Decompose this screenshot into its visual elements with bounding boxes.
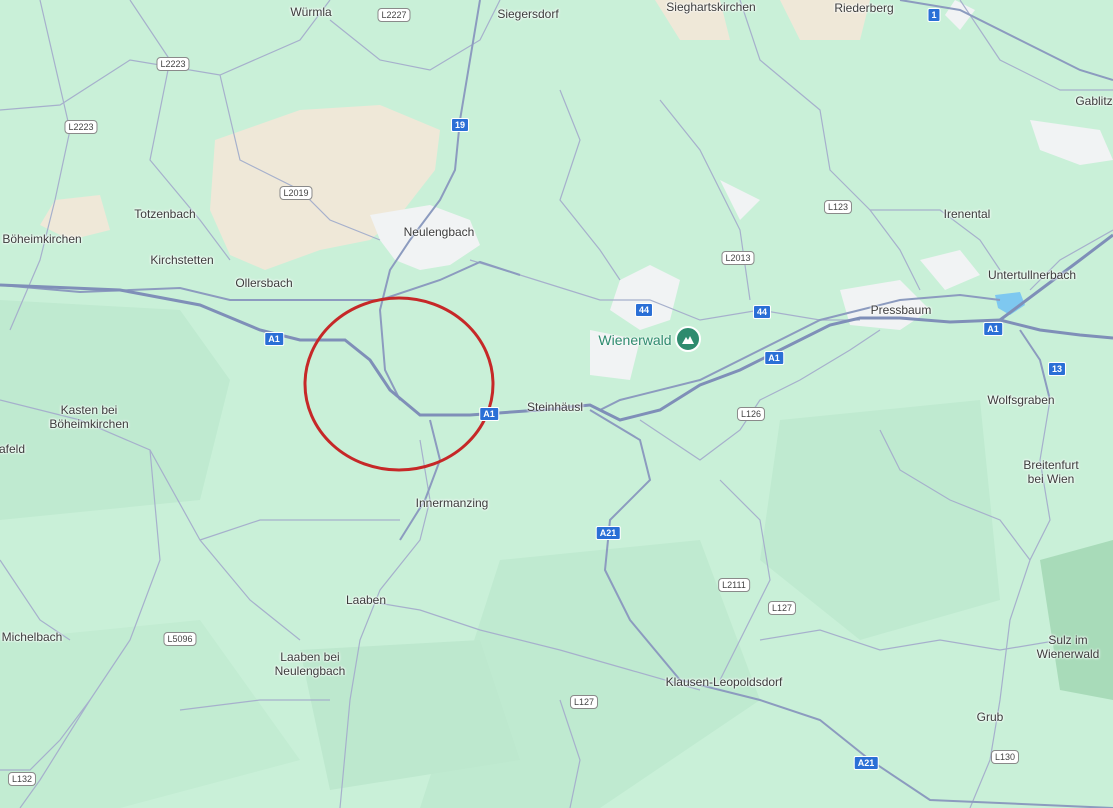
place-label-michelbach[interactable]: Michelbach [2, 630, 63, 644]
route-shield-l2111: L2111 [718, 578, 750, 592]
route-shield-a1-d: A1 [983, 322, 1003, 336]
place-label-pressbaum[interactable]: Pressbaum [871, 303, 932, 317]
route-shield-l126: L126 [736, 407, 766, 421]
route-shield-l5096: L5096 [163, 632, 197, 646]
place-label-wurmla[interactable]: Würmla [290, 5, 331, 19]
place-label-laaben-bei-neulengbach[interactable]: Laaben bei Neulengbach [275, 650, 346, 678]
route-shield-a21-a: A21 [595, 526, 621, 540]
place-label-kasten[interactable]: Kasten bei Böheimkirchen [49, 403, 128, 431]
route-shield-19: 19 [450, 118, 470, 132]
place-label-innermanzing[interactable]: Innermanzing [416, 496, 489, 510]
route-shield-l2019: L2019 [279, 186, 313, 200]
route-shield-a1-b: A1 [479, 407, 499, 421]
place-label-breitenfurt[interactable]: Breitenfurt bei Wien [1023, 458, 1078, 486]
place-label-gablitz[interactable]: Gablitz [1075, 94, 1112, 108]
route-shield-l2223-b: L2223 [64, 120, 98, 134]
place-label-kirchstetten[interactable]: Kirchstetten [150, 253, 213, 267]
route-shield-a1-a: A1 [264, 332, 284, 346]
place-label-wolfsgraben[interactable]: Wolfsgraben [987, 393, 1054, 407]
place-label-laaben[interactable]: Laaben [346, 593, 386, 607]
place-label-afeld[interactable]: afeld [0, 442, 25, 456]
place-label-steinhausl[interactable]: Steinhäusl [527, 400, 583, 414]
route-shield-l127-b: L127 [569, 695, 599, 709]
place-label-klausen[interactable]: Klausen-Leopoldsdorf [666, 675, 783, 689]
poi-label-wienerwald[interactable]: Wienerwald [598, 332, 671, 348]
route-shield-13: 13 [1047, 362, 1067, 376]
route-shield-l2227: L2227 [377, 8, 411, 22]
route-shield-l2013: L2013 [721, 251, 755, 265]
route-shield-1: 1 [927, 8, 941, 22]
place-label-siegersdorf[interactable]: Siegersdorf [497, 7, 558, 21]
route-shield-l2223-a: L2223 [156, 57, 190, 71]
place-label-irenental[interactable]: Irenental [944, 207, 991, 221]
place-label-grub[interactable]: Grub [977, 710, 1004, 724]
route-shield-l123: L123 [823, 200, 853, 214]
mountain-icon[interactable] [675, 326, 701, 352]
route-shield-a21-b: A21 [853, 756, 879, 770]
place-label-boheimkirchen[interactable]: Böheimkirchen [2, 232, 81, 246]
place-label-riederberg[interactable]: Riederberg [834, 1, 893, 15]
route-shield-l127-a: L127 [767, 601, 797, 615]
route-shield-44-b: 44 [752, 305, 772, 319]
route-shield-a1-c: A1 [764, 351, 784, 365]
place-label-untertullnerbach[interactable]: Untertullnerbach [988, 268, 1076, 282]
place-label-sulz[interactable]: Sulz im Wienerwald [1037, 633, 1100, 661]
place-label-sieghartskirchen[interactable]: Sieghartskirchen [666, 0, 755, 14]
place-label-ollersbach[interactable]: Ollersbach [235, 276, 292, 290]
place-label-neulengbach[interactable]: Neulengbach [404, 225, 475, 239]
route-shield-l132: L132 [7, 772, 37, 786]
place-label-totzenbach[interactable]: Totzenbach [134, 207, 195, 221]
route-shield-l130: L130 [990, 750, 1020, 764]
route-shield-44-a: 44 [634, 303, 654, 317]
